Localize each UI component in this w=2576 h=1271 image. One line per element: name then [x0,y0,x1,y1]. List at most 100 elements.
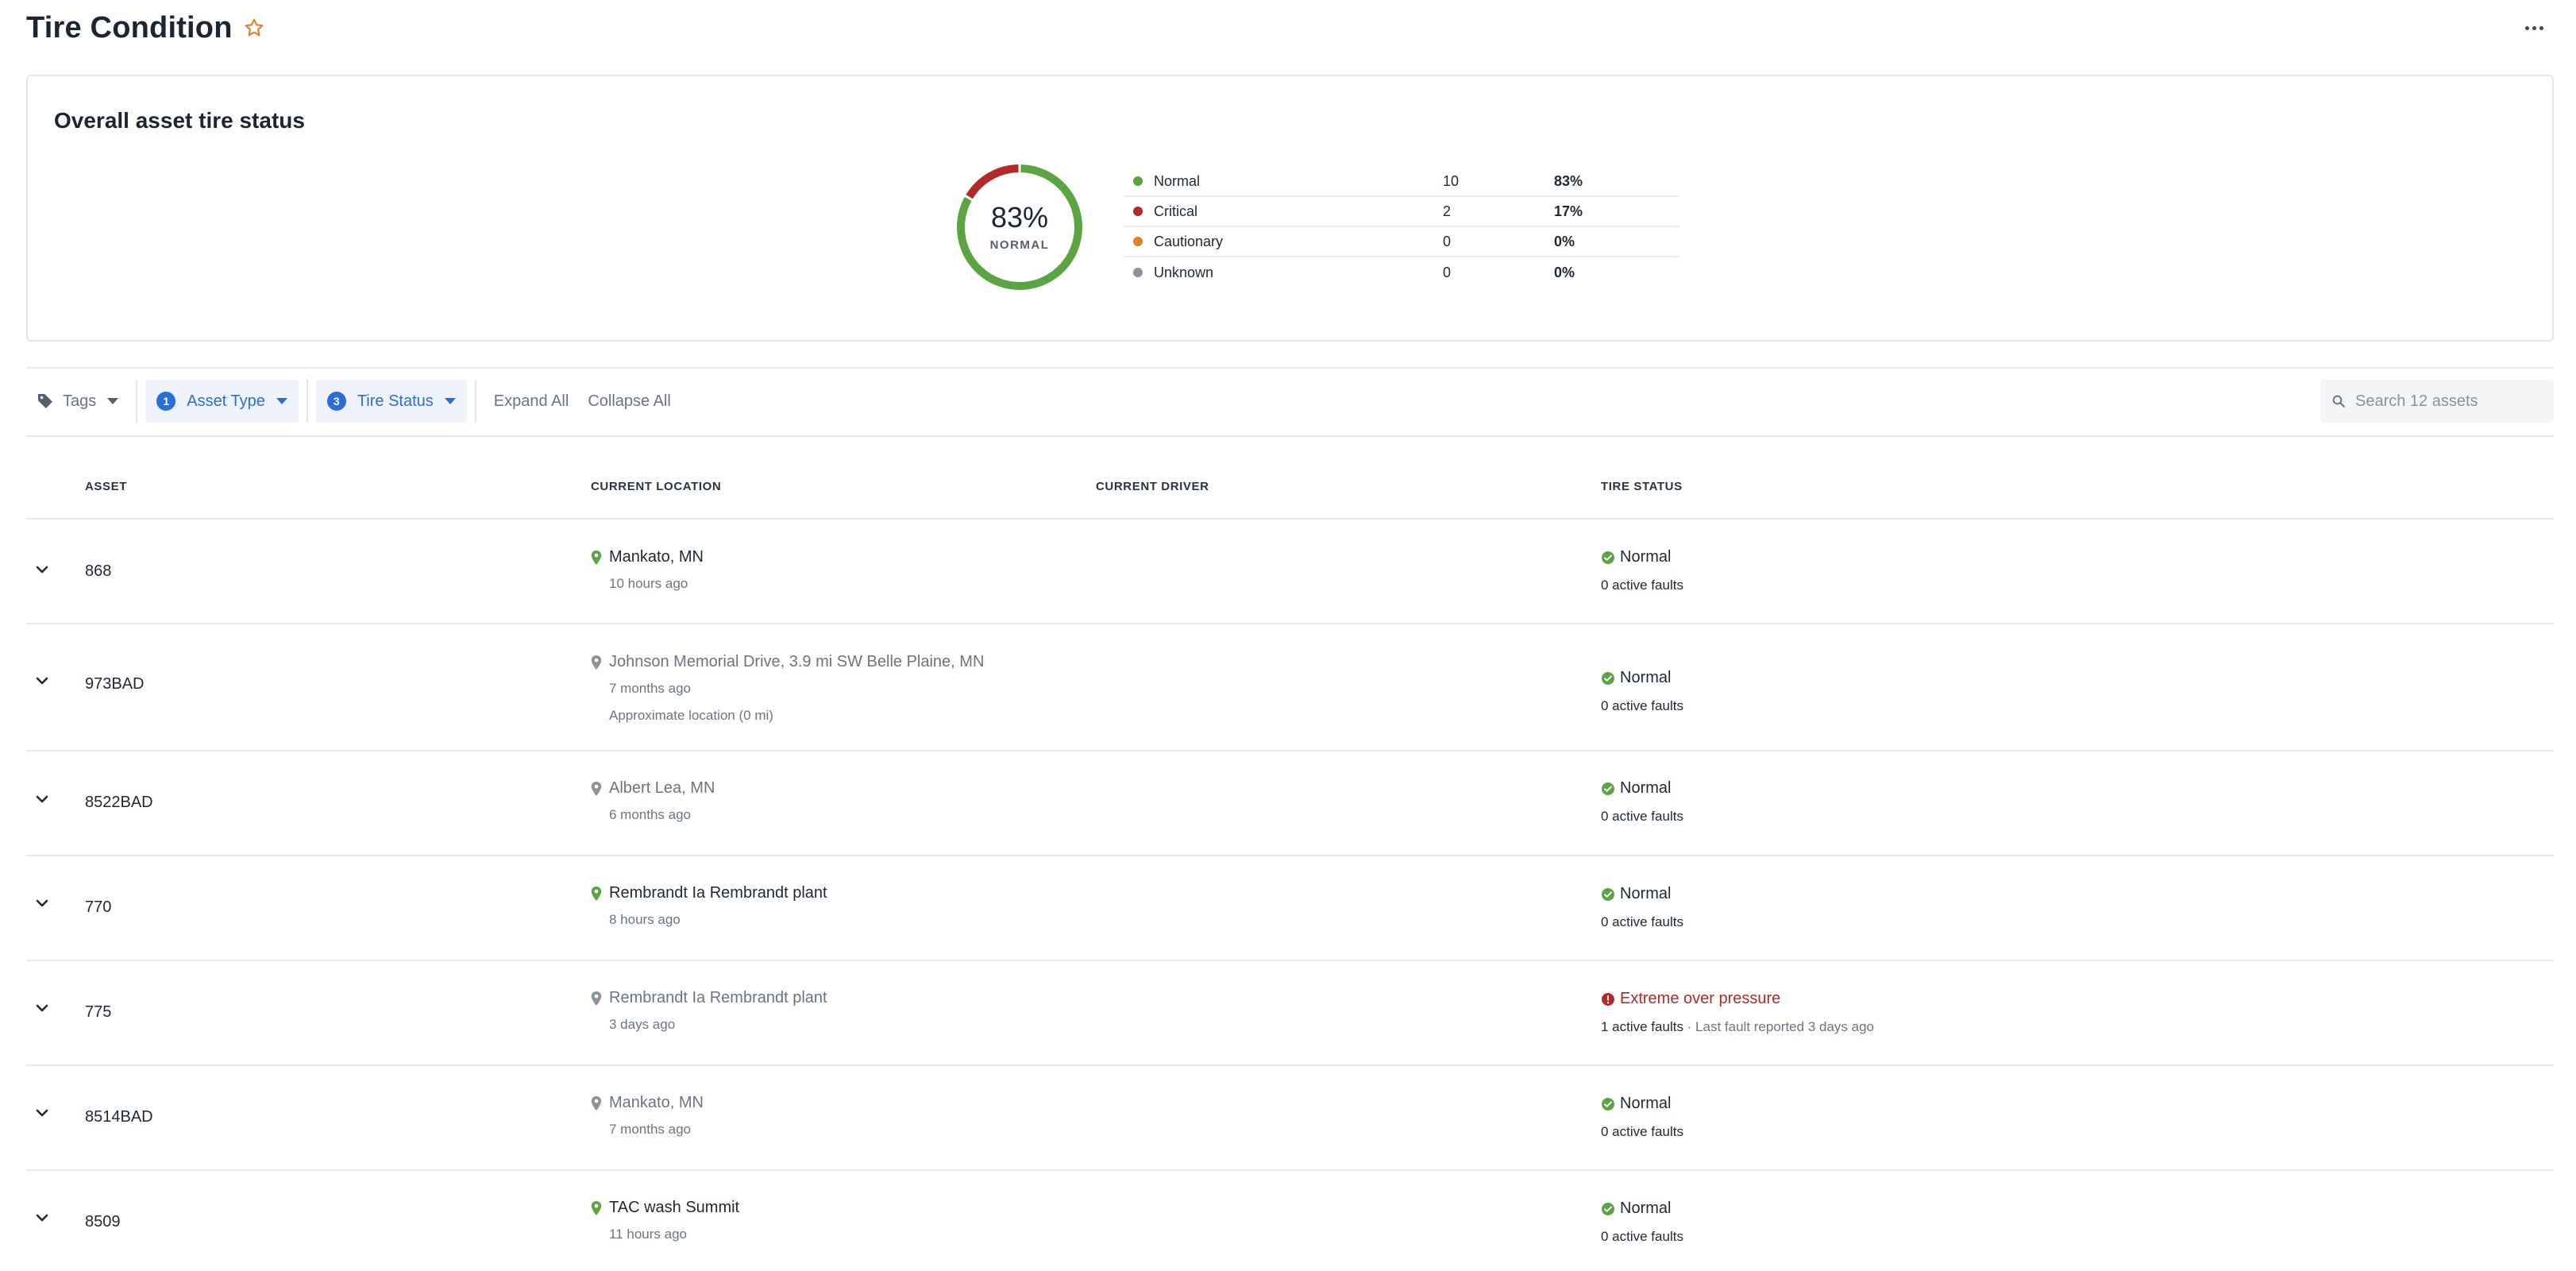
location-link[interactable]: Rembrandt Ia Rembrandt plant [609,989,827,1007]
tag-icon [38,394,52,408]
table-row[interactable]: 8509 TAC wash Summit 11 hours ago Normal… [26,1172,2554,1271]
asset-name[interactable]: 8509 [85,1213,121,1231]
table-row[interactable]: 775 Rembrandt Ia Rembrandt plant 3 days … [26,963,2554,1066]
tags-filter-button[interactable]: Tags [26,380,128,423]
legend-name: Critical [1154,203,1198,219]
tire-status: Extreme over pressure 1 active faults · … [1601,990,1874,1035]
current-location: Mankato, MN 10 hours ago [591,548,704,592]
filter-count-badge: 1 [156,392,176,411]
divider [474,380,476,423]
active-faults: 0 active faults [1601,809,1683,825]
check-circle-icon [1602,1202,1614,1215]
location-link[interactable]: Johnson Memorial Drive, 3.9 mi SW Belle … [609,653,984,671]
divider [306,380,308,423]
column-header-driver[interactable]: CURRENT DRIVER [1096,480,1209,493]
location-pin-icon [591,550,602,565]
chevron-down-icon[interactable] [33,894,52,913]
location-link[interactable]: Rembrandt Ia Rembrandt plant [609,884,827,902]
chevron-down-icon[interactable] [33,1208,52,1227]
more-options-icon[interactable] [2518,17,2550,38]
legend-row-cautionary: Cautionary 0 0% [1124,227,1679,257]
active-faults-count: 1 active faults [1601,1019,1683,1034]
location-timestamp: 6 months ago [609,807,692,822]
page-header: Tire Condition [26,0,2550,56]
legend-name: Cautionary [1154,233,1224,249]
tire-status-filter-button[interactable]: 3 Tire Status [315,380,467,423]
active-faults-count: 0 active faults [1601,698,1683,713]
legend-percent: 0% [1554,264,1575,280]
chevron-down-icon[interactable] [33,999,52,1018]
current-location: Johnson Memorial Drive, 3.9 mi SW Belle … [591,653,984,724]
active-faults-count: 0 active faults [1601,1124,1683,1139]
location-timestamp: 8 hours ago [609,912,681,927]
chevron-down-icon[interactable] [33,560,52,579]
current-location: TAC wash Summit 11 hours ago [591,1199,739,1242]
chevron-down-icon [276,398,287,404]
tags-filter-label: Tags [63,392,97,410]
search-box[interactable] [2320,380,2554,423]
location-link[interactable]: Mankato, MN [609,1094,704,1112]
legend-percent: 17% [1554,203,1583,219]
tire-status-label: Normal [1620,548,1672,566]
legend-row-unknown: Unknown 0 0% [1124,257,1679,288]
tire-status: Normal 0 active faults [1601,669,1683,714]
expand-all-button[interactable]: Expand All [484,380,579,423]
legend-row-normal: Normal 10 83% [1124,167,1679,197]
table-row[interactable]: 770 Rembrandt Ia Rembrandt plant 8 hours… [26,858,2554,961]
location-timestamp: 3 days ago [609,1017,676,1032]
table-row[interactable]: 8522BAD Albert Lea, MN 6 months ago Norm… [26,753,2554,856]
current-location: Rembrandt Ia Rembrandt plant 8 hours ago [591,884,827,928]
location-link[interactable]: Albert Lea, MN [609,779,715,798]
asset-name[interactable]: 8522BAD [85,794,153,812]
location-link[interactable]: Mankato, MN [609,548,704,566]
star-icon[interactable] [244,17,264,38]
chevron-down-icon[interactable] [33,790,52,809]
legend-row-critical: Critical 2 17% [1124,197,1679,227]
tire-status: Normal 0 active faults [1601,1200,1683,1245]
filter-count-badge: 3 [326,392,346,411]
table-header: ASSET CURRENT LOCATION CURRENT DRIVER TI… [26,473,2554,520]
tire-status-label: Normal [1620,1200,1672,1217]
check-circle-icon [1602,671,1614,685]
tire-status-summary-card: Overall asset tire status 83% NORMAL Nor… [26,75,2554,342]
check-circle-icon [1602,887,1614,901]
legend-percent: 83% [1554,172,1583,189]
active-faults-count: 0 active faults [1601,809,1683,824]
chevron-down-icon[interactable] [33,671,52,690]
cautionary-dot-icon [1133,237,1143,246]
table-row[interactable]: 868 Mankato, MN 10 hours ago Normal 0 ac… [26,521,2554,624]
tire-status-label: Normal [1620,1095,1672,1112]
filter-toolbar: Tags 1 Asset Type 3 Tire Status Expand A… [26,377,2554,426]
collapse-all-button[interactable]: Collapse All [578,380,681,423]
asset-name[interactable]: 868 [85,562,111,581]
donut-center: 83% NORMAL [951,159,1088,296]
table-row[interactable]: 8514BAD Mankato, MN 7 months ago Normal … [26,1068,2554,1171]
tire-status: Normal 0 active faults [1601,1095,1683,1140]
location-pin-icon [591,886,602,901]
tire-status: Normal 0 active faults [1601,548,1683,593]
divider [136,380,138,423]
table-row[interactable]: 973BAD Johnson Memorial Drive, 3.9 mi SW… [26,626,2554,751]
asset-name[interactable]: 770 [85,898,111,917]
asset-name[interactable]: 8514BAD [85,1108,153,1126]
column-header-asset[interactable]: ASSET [85,480,127,493]
location-timestamp: 7 months ago [609,681,692,696]
check-circle-icon [1602,782,1614,795]
asset-name[interactable]: 973BAD [85,675,145,693]
location-link[interactable]: TAC wash Summit [609,1199,739,1217]
active-faults: 0 active faults [1601,1124,1683,1140]
legend-count: 10 [1443,172,1460,189]
alert-circle-icon [1602,992,1614,1006]
chevron-down-icon[interactable] [33,1103,52,1122]
divider [26,435,2554,437]
asset-type-filter-button[interactable]: 1 Asset Type [145,380,299,423]
search-input[interactable] [2355,392,2546,411]
tire-status-label: Normal [1620,669,1672,686]
tire-status: Normal 0 active faults [1601,779,1683,825]
legend-percent: 0% [1554,233,1575,249]
column-header-location[interactable]: CURRENT LOCATION [591,480,721,493]
asset-name[interactable]: 775 [85,1003,111,1022]
active-faults: 0 active faults [1601,1229,1683,1245]
column-header-tire-status[interactable]: TIRE STATUS [1601,480,1683,493]
page: Tire Condition Overall asset tire status… [0,0,2576,1271]
